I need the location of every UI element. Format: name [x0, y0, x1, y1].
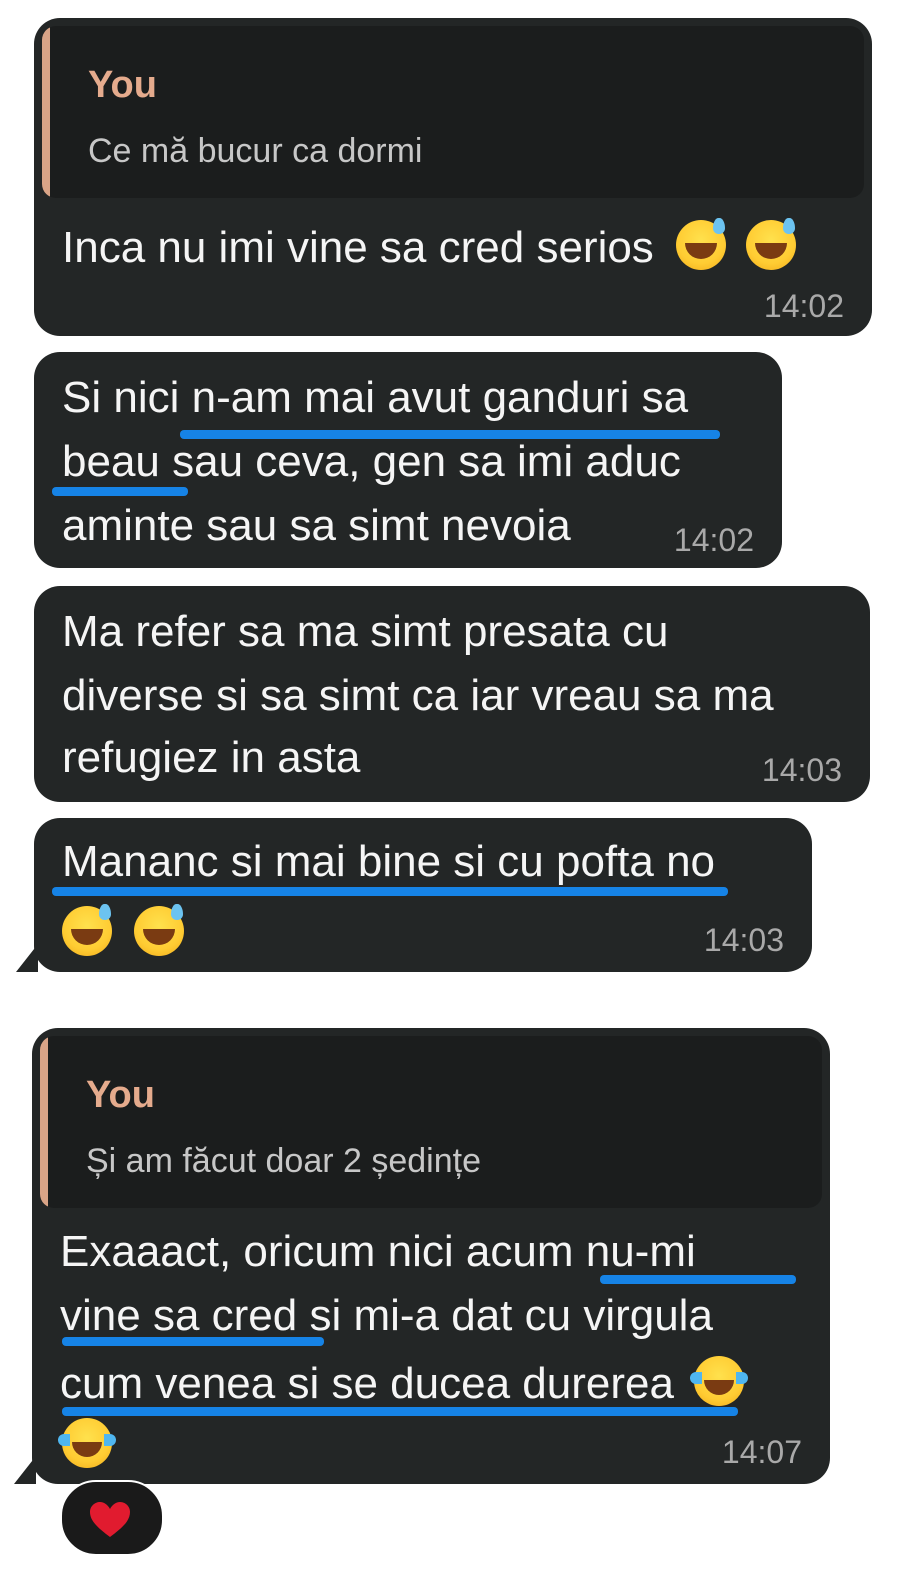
message-text-line: aminte sau sa simt nevoia	[62, 501, 571, 550]
highlight-underline	[62, 1337, 324, 1346]
tears-of-joy-emoji	[690, 1356, 749, 1406]
message-timestamp: 14:02	[763, 288, 844, 324]
message-text-line: Inca nu imi vine sa cred serios	[62, 218, 797, 270]
quote-text: Și am făcut doar 2 ședințe	[86, 1142, 482, 1180]
tears-of-joy-emoji	[58, 1418, 116, 1468]
grinning-sweat-emoji	[62, 904, 112, 956]
grinning-sweat-emoji	[676, 218, 727, 270]
quote-accent-bar	[42, 26, 50, 198]
emoji-line	[62, 904, 185, 956]
message-timestamp: 14:02	[673, 522, 754, 558]
message-timestamp: 14:07	[721, 1434, 802, 1470]
quote-accent-bar	[40, 1036, 48, 1208]
quoted-message[interactable]: You Și am făcut doar 2 ședințe	[40, 1036, 822, 1208]
message-text-line: diverse si sa simt ca iar vreau sa ma	[62, 671, 774, 720]
grinning-sweat-emoji	[746, 218, 797, 270]
highlight-underline	[180, 430, 720, 439]
message-text-line: vine sa cred si mi-a dat cu virgula	[60, 1291, 713, 1340]
message-bubble[interactable]: Ma refer sa ma simt presata cu diverse s…	[34, 586, 870, 802]
highlight-underline	[52, 487, 188, 496]
highlight-underline	[52, 887, 728, 896]
highlight-underline	[600, 1275, 796, 1284]
message-timestamp: 14:03	[761, 752, 842, 788]
message-text-line: Si nici n-am mai avut ganduri sa	[62, 373, 689, 422]
message-text-line: Mananc si mai bine si cu pofta no	[62, 837, 716, 886]
highlight-underline	[62, 1407, 738, 1416]
bubble-tail	[16, 944, 38, 972]
message-bubble[interactable]: Si nici n-am mai avut ganduri sa beau sa…	[34, 352, 782, 568]
message-text-line: cum venea si se ducea durerea	[60, 1356, 749, 1406]
message-timestamp: 14:03	[703, 922, 784, 958]
quote-author: You	[88, 64, 157, 106]
message-text-line: beau sau ceva, gen sa imi aduc	[62, 437, 681, 486]
reaction-badge[interactable]	[60, 1480, 164, 1556]
emoji-line	[58, 1418, 116, 1468]
message-text-line: Ma refer sa ma simt presata cu	[62, 607, 669, 656]
message-text-line: Exaaact, oricum nici acum nu-mi	[60, 1227, 696, 1276]
grinning-sweat-emoji	[134, 904, 185, 956]
red-heart-icon	[90, 1502, 130, 1537]
bubble-tail	[14, 1456, 36, 1484]
quote-text: Ce mă bucur ca dormi	[88, 132, 423, 170]
message-bubble[interactable]: You Ce mă bucur ca dormi Inca nu imi vin…	[34, 18, 872, 336]
quoted-message[interactable]: You Ce mă bucur ca dormi	[42, 26, 864, 198]
quote-author: You	[86, 1074, 155, 1116]
message-text-line: refugiez in asta	[62, 733, 361, 782]
